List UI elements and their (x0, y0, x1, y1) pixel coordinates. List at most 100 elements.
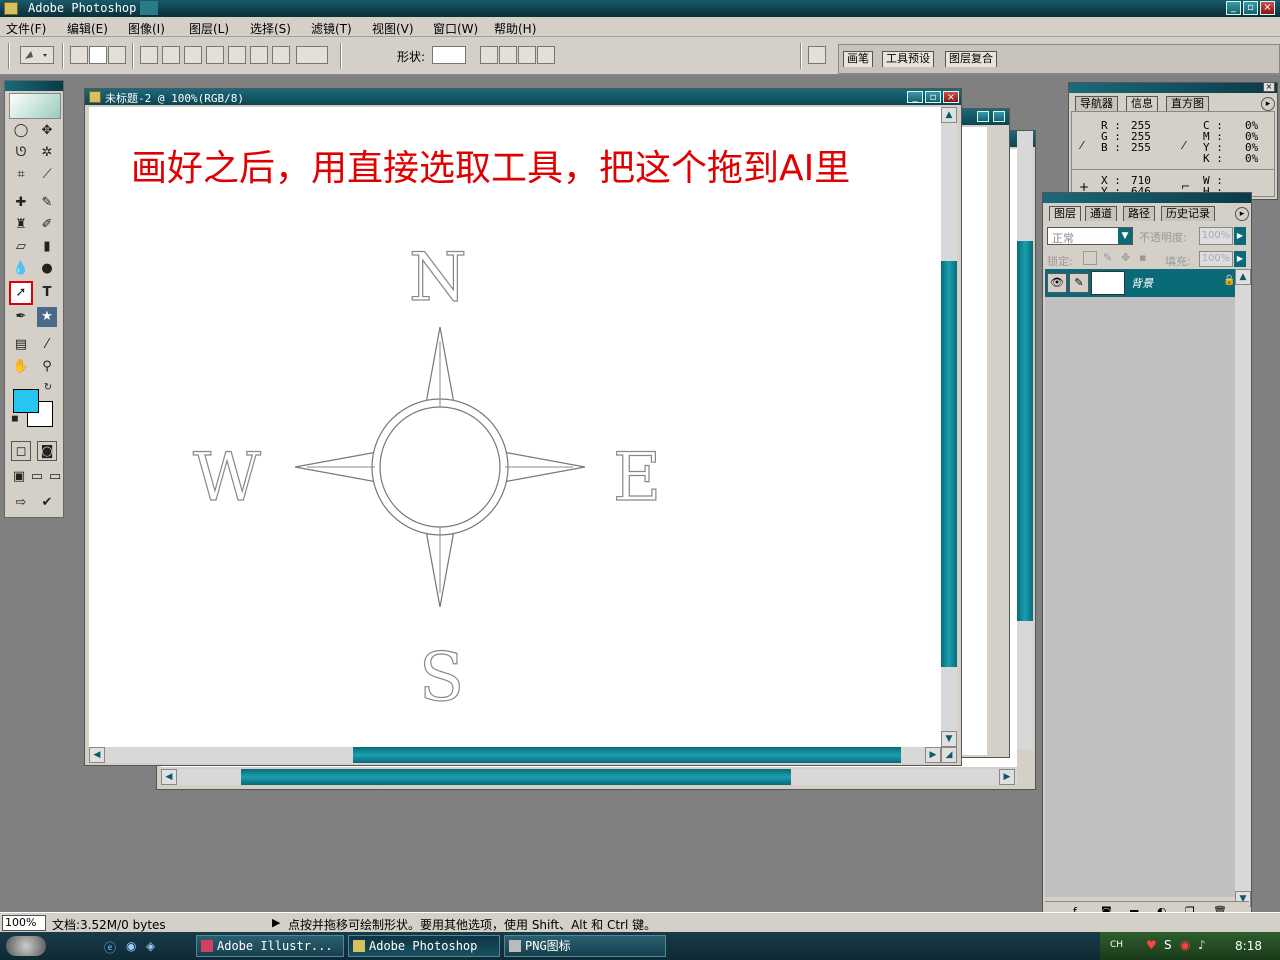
resize-grip[interactable]: ◢ (941, 747, 957, 763)
clock[interactable]: 8:18 (1235, 939, 1262, 953)
lock-image-icon[interactable]: ✎ (1103, 251, 1112, 264)
magic-wand-icon[interactable]: ✲ (37, 143, 57, 163)
doc-minimize-button[interactable]: _ (907, 91, 923, 103)
vertical-scroll-thumb[interactable] (1017, 241, 1033, 621)
eye-visibility-icon[interactable]: 👁 (1047, 273, 1067, 293)
ie-quicklaunch-icon[interactable]: ⓔ (104, 939, 116, 956)
doc-minimize-button[interactable] (977, 111, 989, 122)
rectangle-icon[interactable] (184, 46, 202, 64)
fill-pixels-icon[interactable] (108, 46, 126, 64)
volume-icon[interactable]: ♪ (1198, 938, 1206, 952)
crop-tool-icon[interactable]: ⌗ (11, 165, 31, 185)
lock-position-icon[interactable]: ✥ (1121, 251, 1130, 264)
palette-close-button[interactable]: × (1263, 82, 1275, 92)
vertical-scrollbar[interactable] (1017, 131, 1033, 749)
scroll-down-button[interactable]: ▼ (941, 731, 957, 747)
tab-info[interactable]: 信息 (1126, 96, 1158, 111)
palette-tab-brushes[interactable]: 画笔 (843, 51, 873, 67)
brush-tool-icon[interactable]: ✎ (37, 193, 57, 213)
horizontal-scroll-thumb[interactable] (353, 747, 901, 763)
tab-navigator[interactable]: 导航器 (1075, 96, 1118, 111)
menu-help[interactable]: 帮助(H) (494, 20, 536, 37)
zoom-field[interactable]: 100% (2, 915, 46, 931)
menu-file[interactable]: 文件(F) (6, 20, 46, 37)
pen-icon[interactable] (140, 46, 158, 64)
desktop-quicklaunch-icon[interactable]: ◉ (126, 939, 136, 953)
opacity-field[interactable]: 100% (1199, 227, 1233, 245)
eyedropper-tool-icon[interactable]: ⁄ (37, 335, 57, 355)
blur-tool-icon[interactable]: 💧 (11, 259, 31, 279)
tab-histogram[interactable]: 直方图 (1166, 96, 1209, 111)
tab-layers[interactable]: 图层 (1049, 206, 1081, 221)
document-window[interactable]: 未标题-2 @ 100%(RGB/8) _ ▫ × 画好之后，用直接选取工具，把… (84, 88, 962, 766)
scroll-up-button[interactable]: ▲ (941, 107, 957, 123)
layer-row-background[interactable]: 👁 ✎ 背景 🔒 (1045, 269, 1235, 297)
custom-shape-tool-icon[interactable]: ★ (37, 307, 57, 327)
foreground-color-swatch[interactable] (13, 389, 39, 413)
default-colors-icon[interactable]: ◼ (9, 413, 21, 425)
tool-preset-picker[interactable] (20, 46, 54, 64)
eraser-tool-icon[interactable]: ▱ (11, 237, 31, 257)
move-tool-icon[interactable]: ✥ (37, 121, 57, 141)
doc-close-button[interactable]: × (943, 91, 959, 103)
swap-colors-icon[interactable]: ↻ (41, 381, 55, 395)
taskbar-illustrator[interactable]: Adobe Illustr... (196, 935, 344, 957)
scroll-right-button[interactable]: ▶ (999, 769, 1015, 785)
opacity-slider-button[interactable]: ▶ (1234, 227, 1246, 245)
minimize-button[interactable]: _ (1226, 1, 1241, 15)
tray-icon-2[interactable]: S (1164, 938, 1172, 952)
blend-mode-select[interactable]: 正常 ▼ (1047, 227, 1133, 245)
marquee-tool-icon[interactable]: ◯ (11, 121, 31, 141)
palette-tab-tool-presets[interactable]: 工具预设 (882, 51, 934, 67)
close-button[interactable]: × (1260, 1, 1275, 15)
language-indicator[interactable]: CH (1110, 940, 1123, 950)
palette-menu-icon[interactable]: ▸ (1235, 207, 1249, 221)
vertical-scroll-thumb[interactable] (941, 261, 957, 667)
menu-edit[interactable]: 编辑(E) (67, 20, 108, 37)
shape-layers-icon[interactable] (70, 46, 88, 64)
start-button[interactable] (6, 936, 46, 956)
paths-mode-icon[interactable] (89, 46, 107, 64)
horizontal-scrollbar[interactable]: ◀ ▶ (161, 769, 1017, 785)
shape-picker[interactable] (432, 46, 466, 64)
menu-image[interactable]: 图像(I) (128, 20, 165, 37)
fill-field[interactable]: 100% (1199, 251, 1233, 267)
healing-brush-icon[interactable]: ✚ (11, 193, 31, 213)
tray-icon-1[interactable]: ♥ (1146, 938, 1157, 952)
taskbar-photoshop[interactable]: Adobe Photoshop (348, 935, 500, 957)
intersect-area-icon[interactable] (518, 46, 536, 64)
quick-mask-icon[interactable]: ◙ (37, 441, 57, 461)
file-browser-icon[interactable] (808, 46, 826, 64)
zoom-tool-icon[interactable]: ⚲ (37, 357, 57, 377)
standard-screen-icon[interactable]: ▣ (9, 467, 29, 487)
lock-all-icon[interactable]: ▪ (1139, 251, 1146, 264)
full-screen-icon[interactable]: ▭ (45, 467, 65, 487)
doc-close-button[interactable] (993, 111, 1005, 122)
gradient-tool-icon[interactable]: ▮ (37, 237, 57, 257)
scroll-up-button[interactable]: ▲ (1235, 269, 1251, 285)
exclude-area-icon[interactable] (537, 46, 555, 64)
subtract-area-icon[interactable] (499, 46, 517, 64)
custom-shape-icon[interactable] (296, 46, 328, 64)
checkmark-icon[interactable]: ✔ (37, 493, 57, 513)
palette-menu-icon[interactable]: ▸ (1261, 97, 1275, 111)
tab-paths[interactable]: 路径 (1123, 206, 1155, 221)
menu-layer[interactable]: 图层(L) (189, 20, 229, 37)
history-brush-icon[interactable]: ✐ (37, 215, 57, 235)
doc-maximize-button[interactable]: ▫ (925, 91, 941, 103)
brush-link-icon[interactable]: ✎ (1069, 273, 1089, 293)
line-icon[interactable] (272, 46, 290, 64)
tab-channels[interactable]: 通道 (1085, 206, 1117, 221)
standard-mode-icon[interactable]: ◻ (11, 441, 31, 461)
full-screen-menu-icon[interactable]: ▭ (27, 467, 47, 487)
layers-vertical-scrollbar[interactable]: ▲ ▼ (1235, 269, 1251, 909)
tab-history[interactable]: 历史记录 (1161, 206, 1215, 221)
menu-filter[interactable]: 滤镜(T) (311, 20, 352, 37)
menu-view[interactable]: 视图(V) (372, 20, 414, 37)
document-canvas[interactable]: 画好之后，用直接选取工具，把这个拖到AI里 N W E S (89, 107, 941, 747)
horizontal-scroll-thumb[interactable] (241, 769, 791, 785)
lock-transparency-icon[interactable] (1083, 251, 1097, 265)
horizontal-scrollbar[interactable]: ◀ ▶ (89, 747, 941, 763)
scroll-right-button[interactable]: ▶ (925, 747, 941, 763)
rounded-rectangle-icon[interactable] (206, 46, 224, 64)
